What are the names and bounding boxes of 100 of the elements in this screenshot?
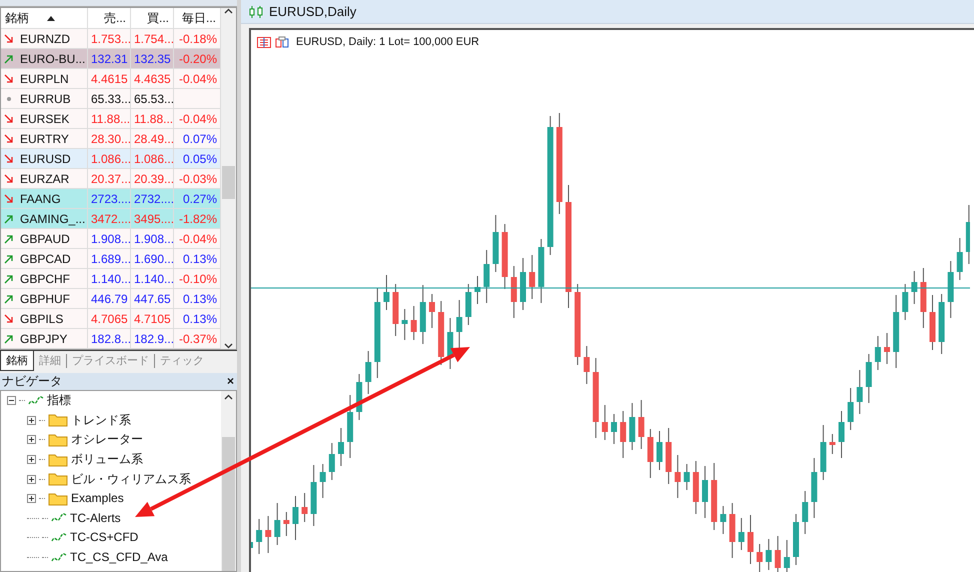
scroll-up-icon: [224, 394, 233, 400]
symbol-cell[interactable]: EURUSD: [1, 149, 88, 169]
daily-change-cell: -1.82%: [174, 209, 221, 229]
symbol-cell[interactable]: FAANG: [1, 189, 88, 209]
bid-price-cell: 3472....: [88, 209, 131, 229]
column-header[interactable]: 銘柄: [1, 8, 88, 29]
list-icon: [257, 36, 271, 48]
ask-price-cell: 1.908...: [131, 229, 174, 249]
ask-price-cell: 3495....: [131, 209, 174, 229]
column-header[interactable]: 買...: [131, 8, 174, 29]
indicator-icon: [51, 552, 67, 564]
column-header[interactable]: 毎日...: [174, 8, 221, 29]
expand-icon[interactable]: [27, 435, 36, 444]
ask-price-cell: 182.9...: [131, 329, 174, 349]
folder-icon: [48, 472, 68, 486]
bid-price-cell: 2723....: [88, 189, 131, 209]
symbol-cell[interactable]: EURNZD: [1, 29, 88, 49]
indicator-icon: [51, 532, 67, 544]
daily-change-cell: -0.10%: [174, 269, 221, 289]
folder-icon: [48, 432, 68, 447]
bid-price-cell: 4.7065: [88, 309, 131, 329]
navigator-title-bar: ナビゲータ ×: [0, 373, 237, 390]
tree-item[interactable]: ボリューム系: [71, 450, 143, 470]
daily-change-cell: -0.18%: [174, 29, 221, 49]
tree-item[interactable]: トレンド系: [71, 410, 131, 430]
symbol-cell[interactable]: GBPJPY: [1, 329, 88, 349]
ask-price-cell: 4.7105: [131, 309, 174, 329]
symbol-cell[interactable]: EURZAR: [1, 169, 88, 189]
daily-change-cell: 0.13%: [174, 289, 221, 309]
tree-item[interactable]: オシレーター: [71, 430, 143, 450]
bid-price-cell: 1.689...: [88, 249, 131, 269]
bid-price-cell: 65.33...: [88, 89, 131, 109]
scrollbar[interactable]: [221, 391, 236, 571]
scrollbar-thumb[interactable]: [222, 437, 235, 571]
scroll-down-icon: [224, 343, 233, 349]
symbol-cell[interactable]: EURRUB: [1, 89, 88, 109]
symbol-cell[interactable]: GBPILS: [1, 309, 88, 329]
expand-icon[interactable]: [27, 474, 36, 484]
bid-price-cell: 28.30...: [88, 129, 131, 149]
tree-item[interactable]: Examples: [71, 489, 124, 508]
tree-item[interactable]: TC_CS_CFD_Ava: [70, 548, 168, 568]
tree-item[interactable]: TC-Alerts: [70, 508, 121, 528]
scroll-up-icon: [224, 8, 233, 14]
bid-price-cell: 1.086...: [88, 149, 131, 169]
ask-price-cell: 1.754...: [131, 29, 174, 49]
daily-change-cell: -0.04%: [174, 109, 221, 129]
daily-change-cell: 0.07%: [174, 129, 221, 149]
daily-change-cell: -0.37%: [174, 329, 221, 349]
daily-change-cell: -0.04%: [174, 69, 221, 89]
ask-price-cell: 4.4635: [131, 69, 174, 89]
daily-change-cell: -0.04%: [174, 229, 221, 249]
daily-change-cell: 0.13%: [174, 249, 221, 269]
ask-price-cell: 28.49...: [131, 129, 174, 149]
candlestick-icon: [249, 4, 263, 18]
collapse-icon[interactable]: [7, 396, 16, 406]
scrollbar[interactable]: [221, 8, 236, 349]
bid-price-cell: 182.8...: [88, 329, 131, 349]
daily-change-cell: [174, 89, 221, 109]
daily-change-cell: -0.03%: [174, 169, 221, 189]
symbol-cell[interactable]: GBPAUD: [1, 229, 88, 249]
folder-icon: [48, 492, 68, 506]
ask-price-cell: 132.35: [131, 49, 174, 69]
expand-icon[interactable]: [27, 494, 36, 504]
ask-price-cell: 20.39...: [131, 169, 174, 189]
symbol-cell[interactable]: GBPCHF: [1, 269, 88, 289]
column-header[interactable]: 売...: [88, 8, 131, 29]
tree-item[interactable]: 指標: [47, 391, 71, 410]
daily-change-cell: -0.20%: [174, 49, 221, 69]
chart-tab[interactable]: EURUSD,Daily: [269, 2, 356, 22]
symbol-cell[interactable]: EURSEK: [1, 109, 88, 129]
tab[interactable]: 銘柄: [0, 351, 34, 371]
symbol-cell[interactable]: EURO-BU...: [1, 49, 88, 69]
daily-change-cell: 0.05%: [174, 149, 221, 169]
folder-icon: [48, 413, 68, 428]
expand-icon[interactable]: [27, 416, 36, 425]
ask-price-cell: 65.53...: [131, 89, 174, 109]
tree-item[interactable]: ビル・ウィリアムス系: [71, 470, 191, 489]
ask-price-cell: 1.690...: [131, 249, 174, 269]
symbol-cell[interactable]: EURTRY: [1, 129, 88, 149]
ask-price-cell: 11.88...: [131, 109, 174, 129]
bid-price-cell: 1.753...: [88, 29, 131, 49]
bid-price-cell: 132.31: [88, 49, 131, 69]
daily-change-cell: 0.13%: [174, 309, 221, 329]
tree-item[interactable]: TC-CS+CFD: [70, 528, 138, 548]
indicator-icon: [28, 394, 44, 407]
expand-icon[interactable]: [27, 455, 36, 464]
symbol-cell[interactable]: GAMING_...: [1, 209, 88, 229]
scrollbar-thumb[interactable]: [222, 166, 235, 199]
symbol-cell[interactable]: GBPHUF: [1, 289, 88, 309]
panels-icon: [275, 36, 289, 48]
chart-label: EURUSD, Daily: 1 Lot= 100,000 EUR: [296, 35, 480, 50]
ask-price-cell: 2732....: [131, 189, 174, 209]
symbol-cell[interactable]: GBPCAD: [1, 249, 88, 269]
symbol-cell[interactable]: EURPLN: [1, 69, 88, 89]
ask-price-cell: 1.140...: [131, 269, 174, 289]
bid-price-cell: 446.79: [88, 289, 131, 309]
bid-price-cell: 1.908...: [88, 229, 131, 249]
ask-price-cell: 1.086...: [131, 149, 174, 169]
daily-change-cell: 0.27%: [174, 189, 221, 209]
close-button[interactable]: ×: [224, 373, 237, 390]
